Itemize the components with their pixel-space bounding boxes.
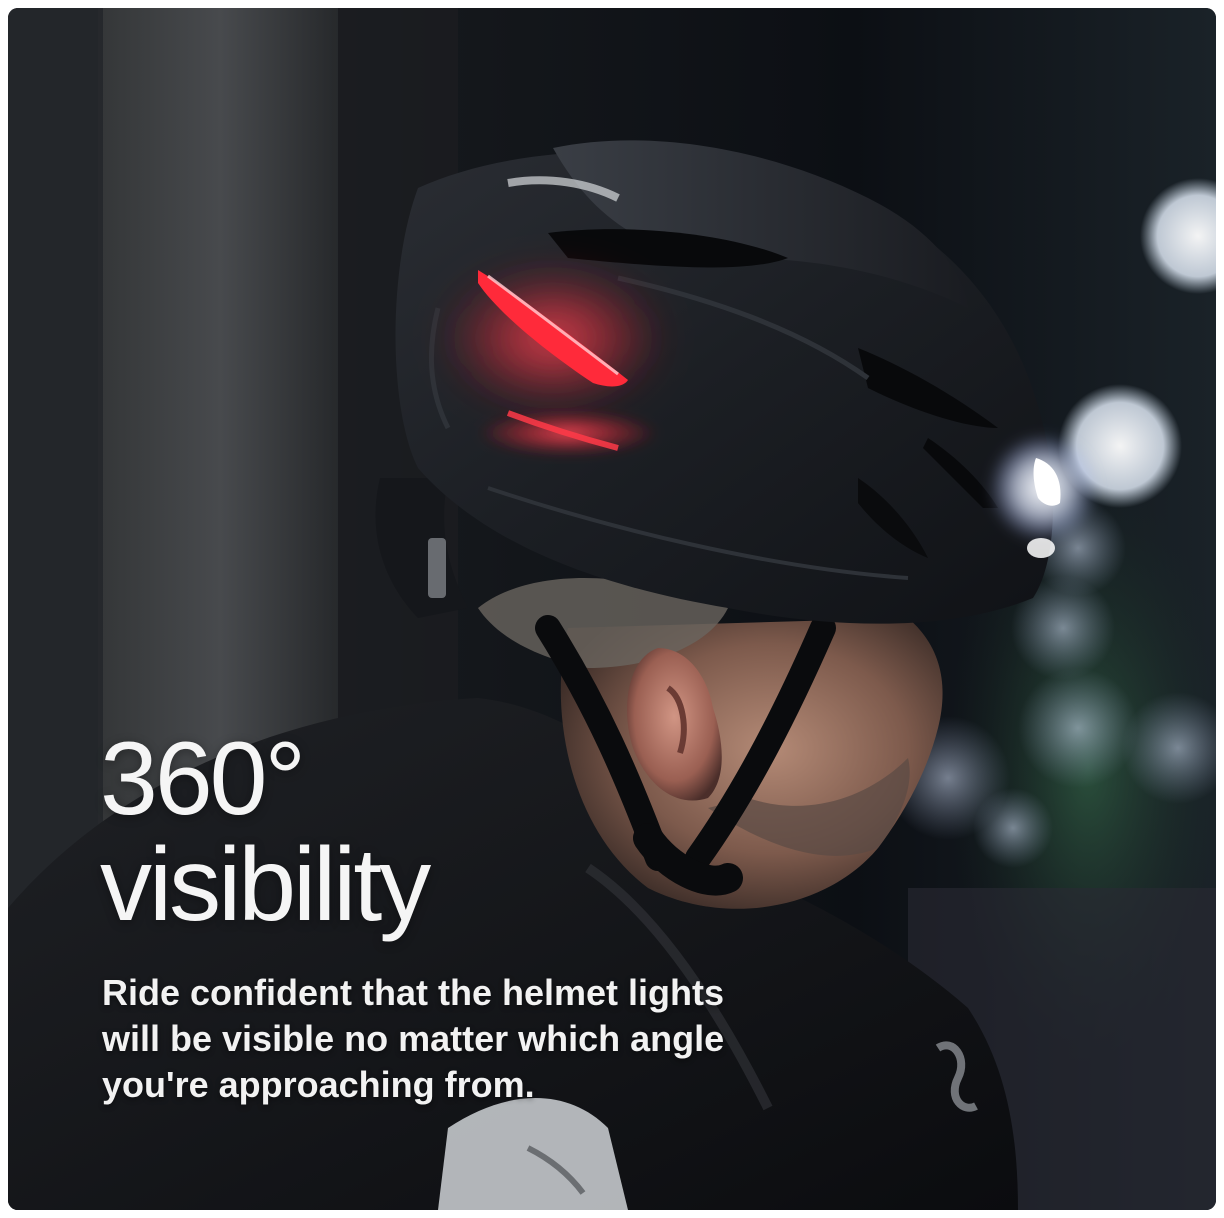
body-line-2: will be visible no matter which angle bbox=[102, 1018, 725, 1059]
product-image-frame: 360° visibility Ride confident that the … bbox=[8, 8, 1216, 1210]
body-copy: Ride confident that the helmet lights wi… bbox=[102, 970, 822, 1108]
body-line-3: you're approaching from. bbox=[102, 1064, 535, 1105]
headline-line-2: visibility bbox=[100, 827, 431, 943]
headline: 360° visibility bbox=[100, 721, 431, 943]
headline-line-1: 360° bbox=[100, 721, 306, 837]
body-line-1: Ride confident that the helmet lights bbox=[102, 972, 725, 1013]
